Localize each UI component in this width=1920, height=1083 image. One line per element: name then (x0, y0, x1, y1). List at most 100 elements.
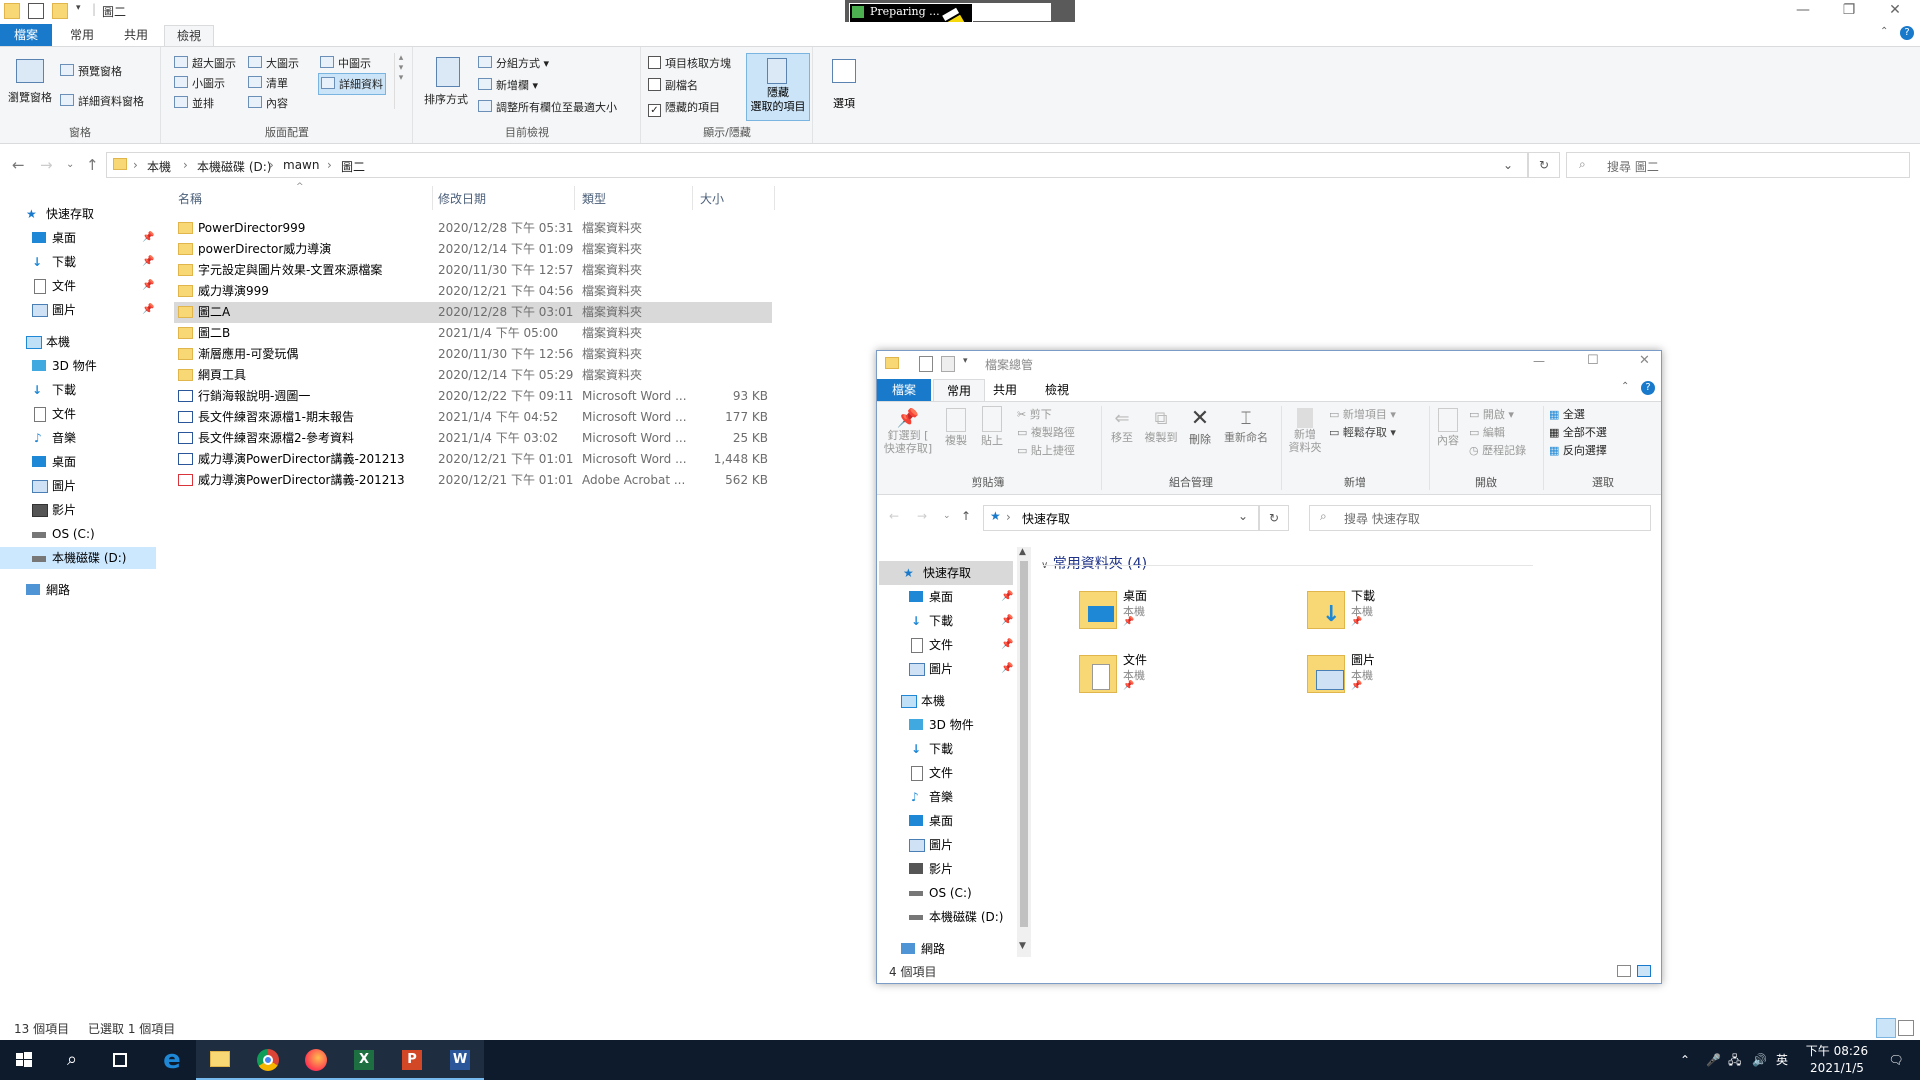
nav-qa-documents[interactable]: 文件 📌 (0, 275, 156, 297)
minimize-button[interactable]: — (1780, 0, 1826, 22)
folder-tile-documents[interactable]: 文件 本機 📌 (1079, 651, 1269, 707)
medium-icons-option[interactable]: 中圖示 (320, 55, 371, 71)
rename-button[interactable]: ⌶ 重新命名 (1221, 408, 1271, 445)
file-extensions-toggle[interactable]: 副檔名 (648, 77, 698, 93)
delete-button[interactable]: ✕ 刪除 (1185, 406, 1215, 447)
collapse-ribbon-icon[interactable]: ⌃ (1621, 381, 1629, 392)
tab-view[interactable]: 檢視 (164, 25, 215, 46)
hide-selected-button[interactable]: 隱藏 選取的項目 (746, 53, 810, 121)
easy-access-button[interactable]: ▭ 輕鬆存取 ▾ (1329, 424, 1396, 440)
copy-path-button[interactable]: ▭ 複製路徑 (1017, 424, 1075, 440)
back-arrow-icon[interactable]: ← (12, 156, 25, 174)
nav-3d-objects[interactable]: 3D 物件 (0, 355, 156, 377)
new-item-button[interactable]: ▭ 新增項目 ▾ (1329, 406, 1396, 422)
recent-dropdown-icon[interactable]: ⌄ (943, 511, 951, 521)
nav-quick-access[interactable]: ★ 快速存取 (879, 561, 1013, 585)
copy-to-button[interactable]: ⧉ 複製到 (1143, 408, 1179, 445)
nav-drive-d[interactable]: 本機磁碟 (D:) (879, 905, 1013, 929)
nav-scrollbar[interactable]: ▲ ▼ (1017, 547, 1031, 957)
nav-qa-downloads[interactable]: ↓ 下載 📌 (0, 251, 156, 273)
edit-button[interactable]: ▭ 編輯 (1469, 424, 1505, 440)
scroll-up-icon[interactable]: ▲ (1019, 547, 1026, 557)
firefox-icon[interactable] (292, 1040, 340, 1080)
maximize-button[interactable]: ☐ (1587, 353, 1599, 368)
xl-icons-option[interactable]: 超大圖示 (174, 55, 236, 71)
help-icon[interactable]: ? (1900, 26, 1914, 40)
forward-arrow-icon[interactable]: → (40, 156, 53, 174)
group-by-button[interactable]: 分組方式 ▾ (478, 55, 549, 71)
show-hidden-icons[interactable]: ⌃ (1680, 1040, 1690, 1080)
close-button[interactable]: ✕ (1639, 353, 1650, 368)
tiles-option[interactable]: 並排 (174, 95, 214, 111)
nav-qa-pictures[interactable]: 圖片 📌 (0, 299, 156, 321)
file-row[interactable]: 威力導演PowerDirector講義-201213 2020/12/21 下午 … (174, 470, 772, 491)
hidden-items-toggle[interactable]: ✓ 隱藏的項目 (648, 99, 720, 117)
tab-file[interactable]: 檔案 (877, 379, 931, 401)
sort-by-button[interactable]: 排序方式 (424, 91, 468, 107)
cut-button[interactable]: ✂ 剪下 (1017, 406, 1052, 422)
properties-icon[interactable] (919, 356, 933, 372)
network-tray-icon[interactable]: 🖧 (1728, 1040, 1741, 1080)
nav-qa-documents[interactable]: 文件 📌 (879, 633, 1013, 657)
file-row[interactable]: 圖二B 2021/1/4 下午 05:00 檔案資料夾 (174, 323, 772, 344)
search-taskbar-icon[interactable]: ⌕ (48, 1040, 96, 1080)
refresh-button[interactable]: ↻ (1528, 152, 1560, 178)
select-all-button[interactable]: ▦ 全選 (1549, 406, 1585, 422)
nav-network[interactable]: 網路 (879, 937, 1013, 961)
breadcrumb-this-pc[interactable]: 本機 (147, 158, 171, 175)
new-folder-icon[interactable] (941, 356, 955, 372)
file-row[interactable]: 威力導演PowerDirector講義-201213 2020/12/21 下午 … (174, 449, 772, 470)
nav-drive-c[interactable]: OS (C:) (879, 881, 1013, 905)
tab-file[interactable]: 檔案 (0, 24, 53, 46)
properties-button[interactable]: 內容 (1433, 408, 1463, 448)
chrome-icon[interactable] (244, 1040, 292, 1080)
excel-icon[interactable]: X (340, 1040, 388, 1080)
up-arrow-icon[interactable]: ↑ (961, 509, 971, 523)
size-all-columns-button[interactable]: 調整所有欄位至最適大小 (478, 99, 617, 115)
help-icon[interactable]: ? (1641, 381, 1655, 395)
add-columns-button[interactable]: 新增欄 ▾ (478, 77, 538, 93)
nav-drive-d[interactable]: 本機磁碟 (D:) (0, 547, 156, 569)
nav-desktop[interactable]: 桌面 (879, 809, 1013, 833)
address-dropdown-icon[interactable]: ⌄ (1238, 509, 1248, 523)
properties-icon[interactable] (28, 3, 44, 19)
search-input[interactable]: ⌕ 搜尋 圖二 (1566, 152, 1910, 178)
file-row[interactable]: 長文件練習來源檔2-參考資料 2021/1/4 下午 03:02 Microsoft… (174, 428, 772, 449)
address-dropdown-icon[interactable]: ⌄ (1503, 158, 1513, 172)
nav-pictures[interactable]: 圖片 (879, 833, 1013, 857)
paste-shortcut-button[interactable]: ▭ 貼上捷徑 (1017, 442, 1075, 458)
tab-share[interactable]: 共用 (993, 381, 1017, 398)
recent-dropdown-icon[interactable]: ⌄ (66, 159, 74, 170)
win2-search-input[interactable]: ⌕ 搜尋 快速存取 (1309, 505, 1651, 531)
column-name[interactable]: 名稱 (178, 190, 202, 207)
nav-downloads[interactable]: ↓ 下載 (0, 379, 156, 401)
layout-scroll[interactable]: ▴ ▾ ▾ (394, 53, 407, 109)
folder-tile-desktop[interactable]: 桌面 本機 📌 (1079, 587, 1269, 643)
file-row[interactable]: 威力導演999 2020/12/21 下午 04:56 檔案資料夾 (174, 281, 772, 302)
customize-toolbar-icon[interactable]: ▾ (76, 3, 90, 17)
scroll-down-icon[interactable]: ▼ (1019, 941, 1026, 951)
nav-network[interactable]: 網路 (0, 579, 156, 601)
notifications-icon[interactable]: 🗨 (1880, 1040, 1912, 1080)
maximize-button[interactable]: ❐ (1826, 0, 1872, 22)
preview-pane-button[interactable]: 預覽窗格 (60, 63, 122, 79)
tab-view[interactable]: 檢視 (1045, 381, 1069, 398)
file-row[interactable]: 圖二A 2020/12/28 下午 03:01 檔案資料夾 (174, 302, 772, 323)
options-button[interactable]: 選項 (822, 55, 866, 121)
file-row[interactable]: 字元設定與圖片效果-文置來源檔案 2020/11/30 下午 12:57 檔案資料夾 (174, 260, 772, 281)
paste-button[interactable]: 貼上 (977, 406, 1007, 448)
clock[interactable]: 下午 08:26 2021/1/5 (1800, 1043, 1874, 1077)
powerpoint-icon[interactable]: P (388, 1040, 436, 1080)
large-icons-view-icon[interactable] (1898, 1020, 1914, 1036)
breadcrumb-quick-access[interactable]: 快速存取 (1022, 510, 1070, 527)
start-button[interactable] (0, 1040, 48, 1080)
file-row[interactable]: powerDirector威力導演 2020/12/14 下午 01:09 檔案資料… (174, 239, 772, 260)
select-none-button[interactable]: ▦ 全部不選 (1549, 424, 1607, 440)
nav-quick-access[interactable]: ★ 快速存取 (0, 203, 156, 225)
file-row[interactable]: 漸層應用-可愛玩偶 2020/11/30 下午 12:56 檔案資料夾 (174, 344, 772, 365)
content-option[interactable]: 內容 (248, 95, 288, 111)
nav-pictures[interactable]: 圖片 (0, 475, 156, 497)
invert-selection-button[interactable]: ▦ 反向選擇 (1549, 442, 1607, 458)
nav-documents[interactable]: 文件 (0, 403, 156, 425)
collapse-ribbon-icon[interactable]: ⌃ (1880, 26, 1888, 37)
